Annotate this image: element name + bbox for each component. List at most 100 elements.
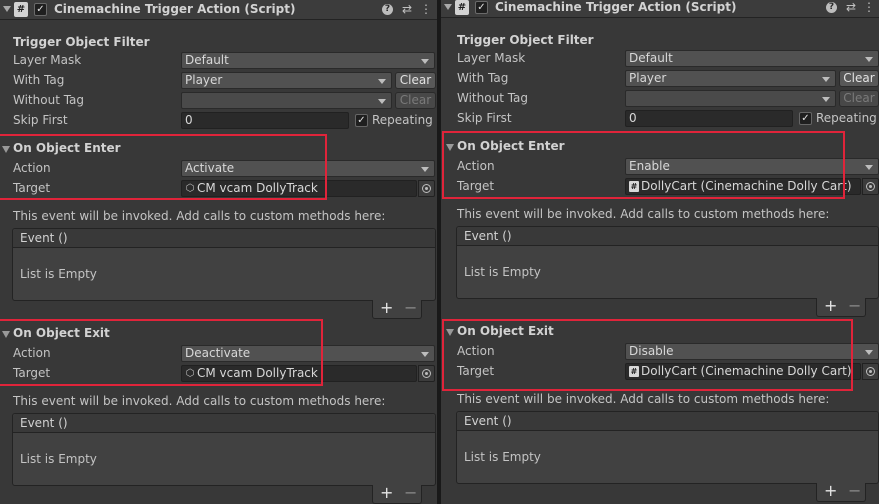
exit-target-label: Target — [457, 364, 495, 378]
inspector-panel-right: # ✓ Cinemachine Trigger Action (Script) … — [441, 0, 879, 504]
exit-event-list: Event () List is Empty — [12, 413, 436, 486]
component-header[interactable]: # ✓ Cinemachine Trigger Action (Script) … — [0, 0, 437, 20]
enter-target-label: Target — [457, 179, 495, 193]
with-tag-label: With Tag — [13, 73, 65, 87]
on-object-enter-header[interactable]: On Object Enter — [457, 139, 565, 153]
script-icon: # — [455, 0, 469, 15]
enter-target-field[interactable]: ⬡ CM vcam DollyTrack — [181, 180, 417, 197]
exit-target-value: CM vcam DollyTrack — [197, 366, 318, 380]
without-tag-dropdown[interactable] — [625, 90, 836, 107]
enter-event-title: Event () — [13, 229, 435, 248]
chevron-down-icon — [822, 97, 830, 102]
chevron-down-icon — [421, 167, 429, 172]
enter-target-field[interactable]: # DollyCart (Cinemachine Dolly Cart) — [625, 178, 861, 195]
chevron-down-icon — [421, 59, 429, 64]
object-picker-icon[interactable] — [862, 363, 879, 380]
enter-list-empty: List is Empty — [464, 265, 541, 279]
exit-event-hint: This event will be invoked. Add calls to… — [457, 392, 830, 406]
add-event-plus-icon[interactable]: + — [380, 484, 393, 502]
skip-first-field[interactable]: 0 — [181, 112, 349, 129]
trigger-filter-header: Trigger Object Filter — [13, 35, 150, 49]
exit-action-label: Action — [457, 344, 495, 358]
inspector-panel-left: # ✓ Cinemachine Trigger Action (Script) … — [0, 0, 437, 504]
enter-action-dropdown[interactable]: Enable — [625, 158, 879, 175]
exit-list-empty: List is Empty — [20, 452, 97, 466]
chevron-down-icon — [421, 352, 429, 357]
exit-action-dropdown[interactable]: Disable — [625, 343, 879, 360]
foldout-arrow-icon[interactable] — [2, 146, 10, 153]
help-icon[interactable]: ? — [826, 2, 837, 13]
repeating-checkbox[interactable]: ✓ — [799, 112, 812, 125]
exit-event-title: Event () — [13, 414, 435, 433]
clear-with-tag-button[interactable]: Clear — [395, 72, 436, 89]
remove-event-minus-icon[interactable]: − — [404, 299, 417, 317]
repeating-label: Repeating — [816, 111, 877, 125]
enter-target-value: CM vcam DollyTrack — [197, 181, 318, 195]
with-tag-dropdown[interactable]: Player — [181, 72, 392, 89]
gameobject-cube-icon: ⬡ — [185, 183, 195, 194]
clear-without-tag-button[interactable]: Clear — [395, 92, 436, 109]
exit-list-footer: + − — [816, 482, 866, 502]
help-icon[interactable]: ? — [382, 4, 393, 15]
foldout-arrow-icon[interactable] — [446, 144, 454, 151]
component-enabled-checkbox[interactable]: ✓ — [34, 3, 47, 16]
layer-mask-dropdown[interactable]: Default — [181, 52, 435, 69]
enter-action-label: Action — [13, 161, 51, 175]
enter-event-hint: This event will be invoked. Add calls to… — [13, 209, 386, 223]
layer-mask-value: Default — [185, 53, 229, 67]
clear-without-tag-button[interactable]: Clear — [839, 90, 879, 107]
remove-event-minus-icon[interactable]: − — [404, 484, 417, 502]
enter-event-hint: This event will be invoked. Add calls to… — [457, 207, 830, 221]
repeating-checkbox[interactable]: ✓ — [355, 114, 368, 127]
add-event-plus-icon[interactable]: + — [824, 482, 837, 500]
exit-target-field[interactable]: ⬡ CM vcam DollyTrack — [181, 365, 417, 382]
chevron-down-icon — [378, 99, 386, 104]
component-title: Cinemachine Trigger Action (Script) — [54, 2, 296, 16]
with-tag-value: Player — [629, 71, 667, 85]
exit-action-dropdown[interactable]: Deactivate — [181, 345, 435, 362]
on-object-exit-header[interactable]: On Object Exit — [457, 324, 554, 338]
layer-mask-label: Layer Mask — [457, 51, 526, 65]
clear-with-tag-button[interactable]: Clear — [839, 70, 879, 87]
object-picker-icon[interactable] — [418, 365, 435, 382]
component-menu-icon[interactable]: ⋮ — [419, 2, 433, 17]
on-object-exit-header[interactable]: On Object Exit — [13, 326, 110, 340]
chevron-down-icon — [378, 79, 386, 84]
enter-event-list: Event () List is Empty — [12, 228, 436, 301]
remove-event-minus-icon[interactable]: − — [848, 297, 861, 315]
component-menu-icon[interactable]: ⋮ — [862, 0, 876, 15]
enter-list-footer: + − — [816, 297, 866, 317]
chevron-down-icon — [865, 165, 873, 170]
foldout-arrow-icon[interactable] — [3, 6, 11, 12]
component-enabled-checkbox[interactable]: ✓ — [475, 1, 488, 14]
component-header[interactable]: # ✓ Cinemachine Trigger Action (Script) … — [441, 0, 879, 18]
presets-icon[interactable]: ⇄ — [400, 2, 414, 17]
without-tag-dropdown[interactable] — [181, 92, 392, 109]
enter-event-title: Event () — [457, 227, 878, 246]
object-picker-icon[interactable] — [418, 180, 435, 197]
foldout-arrow-icon[interactable] — [444, 4, 452, 10]
exit-action-value: Deactivate — [185, 346, 251, 360]
enter-list-footer: + − — [372, 299, 422, 319]
exit-target-field[interactable]: # DollyCart (Cinemachine Dolly Cart) — [625, 363, 861, 380]
remove-event-minus-icon[interactable]: − — [848, 482, 861, 500]
exit-target-value: DollyCart (Cinemachine Dolly Cart) — [641, 364, 852, 378]
skip-first-label: Skip First — [457, 111, 512, 125]
on-object-enter-header[interactable]: On Object Enter — [13, 141, 121, 155]
exit-event-title: Event () — [457, 412, 878, 431]
foldout-arrow-icon[interactable] — [2, 331, 10, 338]
add-event-plus-icon[interactable]: + — [824, 297, 837, 315]
object-picker-icon[interactable] — [862, 178, 879, 195]
foldout-arrow-icon[interactable] — [446, 329, 454, 336]
presets-icon[interactable]: ⇄ — [844, 0, 858, 15]
enter-action-dropdown[interactable]: Activate — [181, 160, 435, 177]
script-component-icon: # — [629, 366, 639, 377]
skip-first-field[interactable]: 0 — [625, 110, 793, 127]
add-event-plus-icon[interactable]: + — [380, 299, 393, 317]
enter-event-list: Event () List is Empty — [456, 226, 879, 299]
layer-mask-dropdown[interactable]: Default — [625, 50, 879, 67]
without-tag-label: Without Tag — [457, 91, 529, 105]
with-tag-dropdown[interactable]: Player — [625, 70, 836, 87]
component-title: Cinemachine Trigger Action (Script) — [495, 0, 737, 14]
exit-list-footer: + − — [372, 484, 422, 504]
